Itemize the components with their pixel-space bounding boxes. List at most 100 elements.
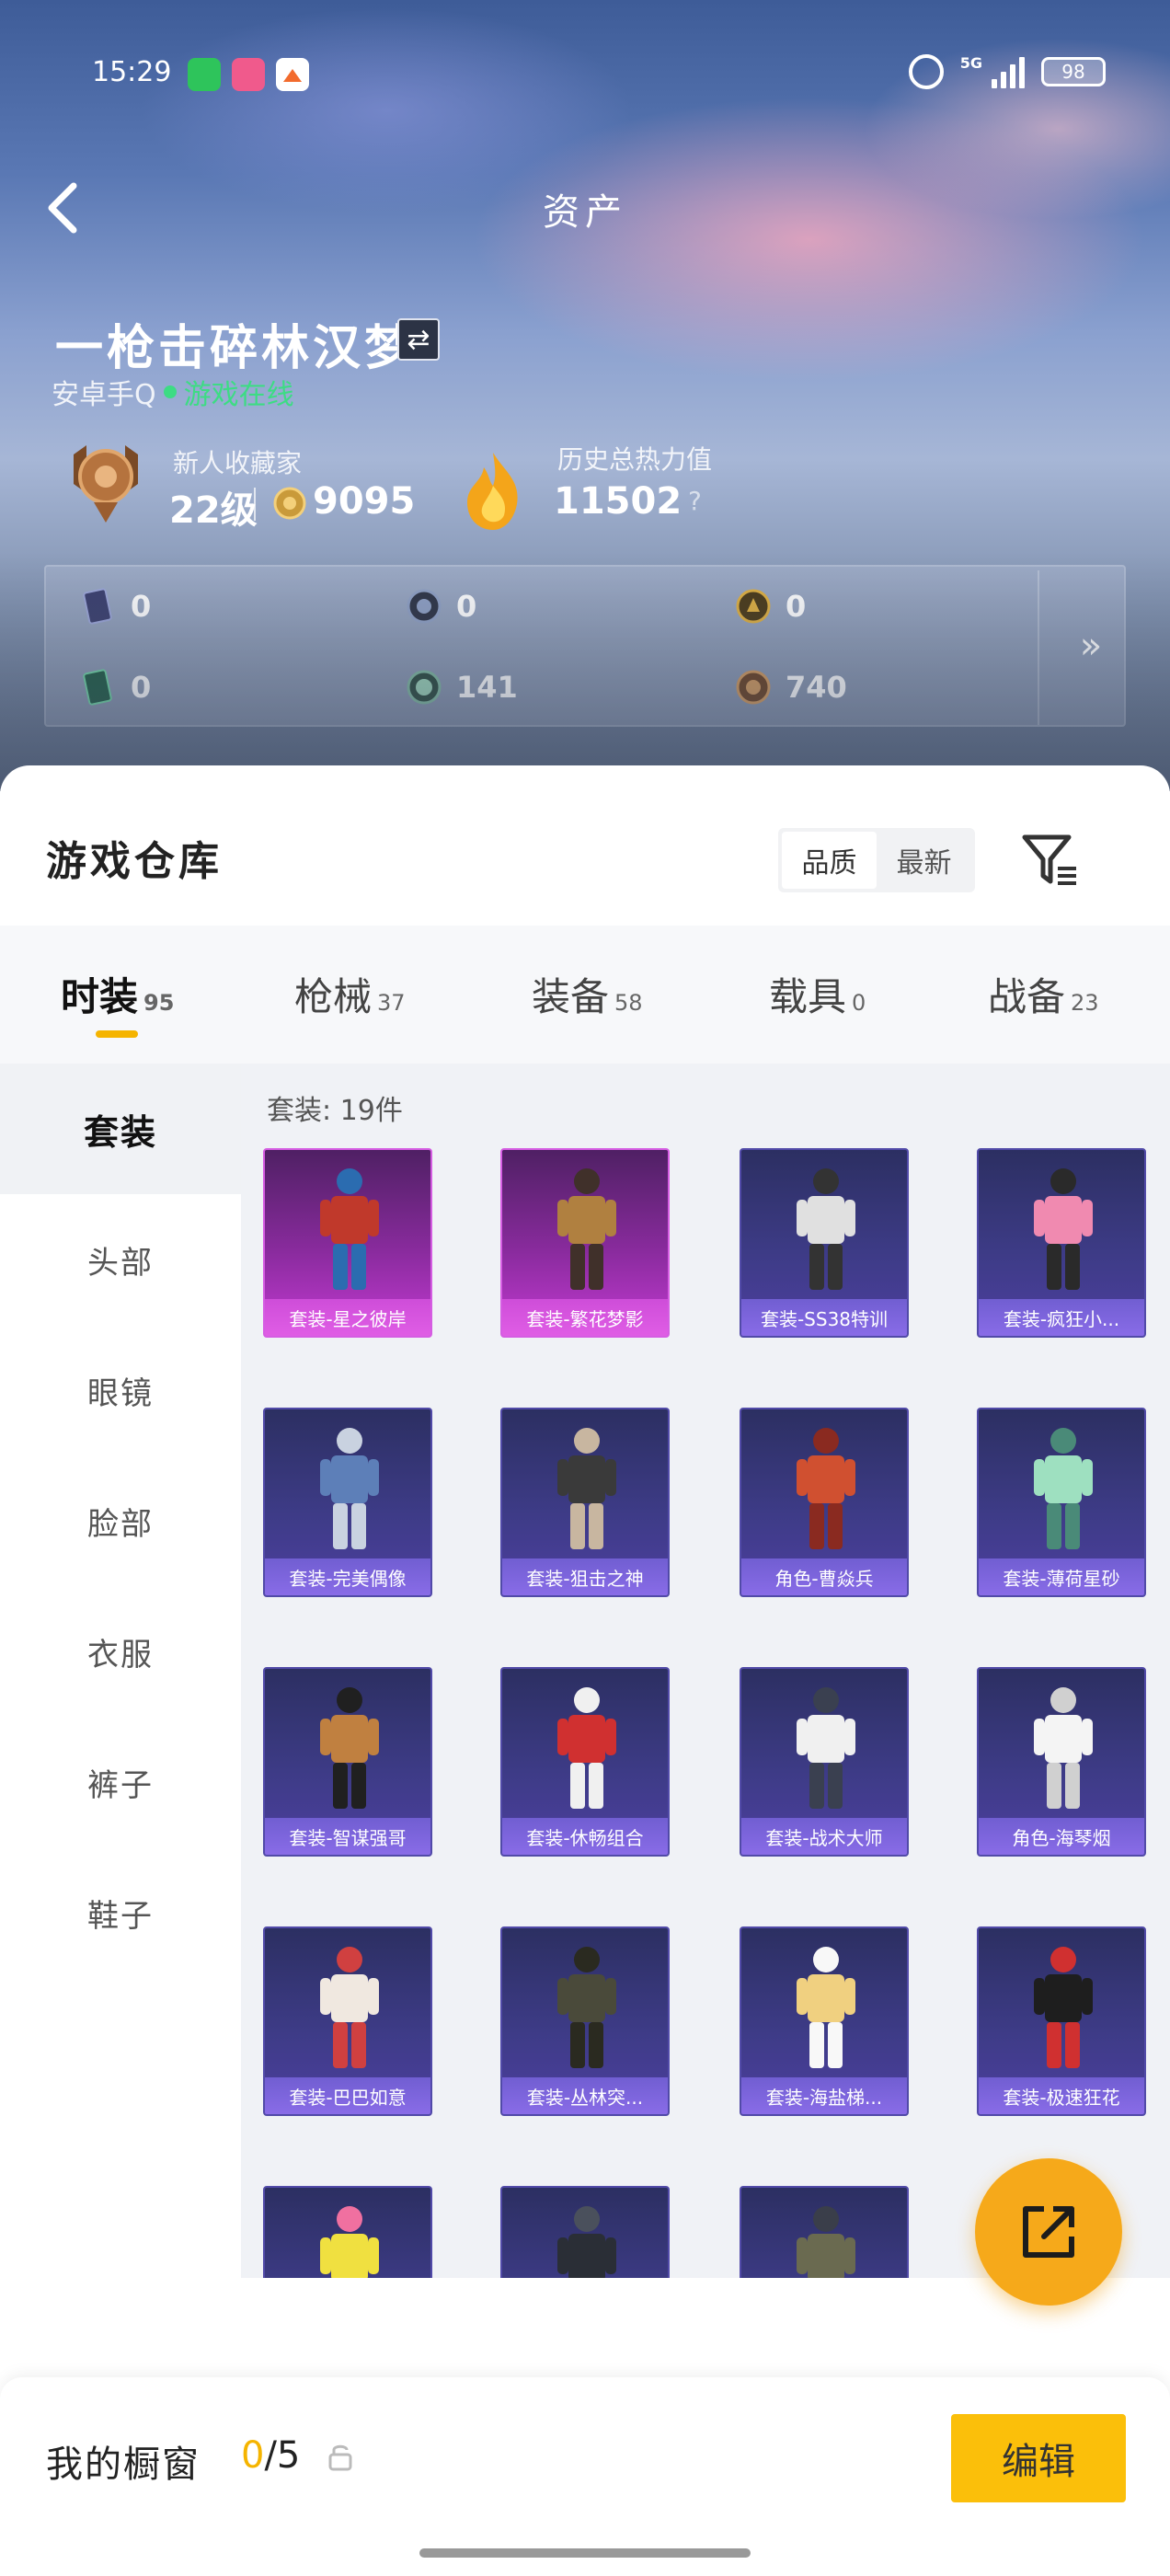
currency-value: 0 — [131, 670, 152, 705]
heat-title: 历史总热力值 — [557, 444, 713, 475]
sidebar-item-clothes[interactable]: 衣服 — [0, 1586, 241, 1717]
tab-vehicles[interactable]: 载具 0 — [769, 966, 866, 1022]
item-label: 套装-SS38特训 — [741, 1299, 907, 1336]
item-tile[interactable]: 套装-战术大师 — [740, 1667, 909, 1857]
item-tile[interactable]: 套装-海盐梯... — [740, 1926, 909, 2116]
status-icons: 5G 98 — [908, 54, 1106, 89]
item-label: 套装-休畅组合 — [502, 1818, 668, 1855]
item-label: 套装-智谋强哥 — [265, 1818, 430, 1855]
item-label: 套装-巴巴如意 — [265, 2077, 430, 2114]
item-tile[interactable]: 套装-丛林突... — [500, 1926, 670, 2116]
showcase-total: /5 — [264, 2434, 301, 2477]
alarm-icon — [908, 54, 944, 89]
heat-value: 11502 — [554, 480, 682, 523]
item-tile[interactable]: 套装-疯狂小... — [977, 1148, 1146, 1338]
item-tile[interactable]: 角色-曹焱兵 — [740, 1408, 909, 1597]
currency-item: 0 — [79, 587, 151, 626]
warehouse-title: 游戏仓库 — [46, 838, 223, 885]
outfit-figure-icon — [797, 1428, 855, 1549]
status-time: 15:29 — [92, 56, 172, 88]
outfit-figure-icon — [557, 2206, 616, 2278]
currency-item: 141 — [405, 668, 518, 707]
tab-count: 0 — [852, 990, 866, 1016]
item-tile[interactable]: 套装-SS38特训 — [740, 1148, 909, 1338]
outfit-figure-icon — [320, 1947, 379, 2068]
green-card-icon — [83, 669, 112, 706]
edit-showcase-button[interactable]: 编辑 — [951, 2414, 1126, 2502]
item-tile[interactable]: 套装-繁花梦影 — [500, 1148, 670, 1338]
sidebar-item-suits[interactable]: 套装 — [0, 1064, 241, 1194]
sort-quality-option[interactable]: 品质 — [782, 832, 877, 889]
tab-guns[interactable]: 枪械 37 — [294, 966, 406, 1022]
share-button[interactable] — [975, 2158, 1122, 2306]
item-tile[interactable]: 套装-薄荷星砂 — [977, 1408, 1146, 1597]
tab-supplies[interactable]: 战备 23 — [988, 966, 1099, 1022]
signal-icon — [992, 55, 1025, 88]
item-tile[interactable]: 套装-星之彼岸 — [263, 1148, 432, 1338]
sidebar-item-shoes[interactable]: 鞋子 — [0, 1847, 241, 1978]
item-tile[interactable]: 套装-完美偶像 — [263, 1408, 432, 1597]
tab-equipment[interactable]: 装备 58 — [532, 966, 643, 1022]
sidebar-item-face[interactable]: 脸部 — [0, 1455, 241, 1586]
filter-icon[interactable] — [1019, 832, 1080, 889]
currency-item: 0 — [405, 587, 476, 626]
sort-newest-option[interactable]: 最新 — [877, 832, 971, 889]
bilibili-icon — [232, 58, 265, 91]
sidebar-item-head[interactable]: 头部 — [0, 1194, 241, 1325]
share-icon — [1023, 2206, 1074, 2258]
player-name: 一枪击碎林汉梦 — [55, 321, 417, 376]
item-tile[interactable]: 套装-北国孤狼 — [740, 2186, 909, 2278]
item-tile[interactable]: 套装-极速狂花 — [977, 1926, 1146, 2116]
item-tile[interactable]: 套装-休畅组合 — [500, 1667, 670, 1857]
divider — [254, 488, 256, 521]
sidebar-item-glasses[interactable]: 眼镜 — [0, 1325, 241, 1455]
warehouse-card: 游戏仓库 品质 最新 时装 95 枪械 37 装备 58 载具 0 战备 23 … — [0, 765, 1170, 2576]
item-label: 套装-疯狂小... — [979, 1299, 1144, 1336]
green-orb-icon — [407, 670, 442, 705]
flame-icon — [456, 449, 530, 532]
outfit-figure-icon — [320, 2206, 379, 2278]
currency-value: 0 — [456, 589, 477, 624]
item-label: 套装-繁花梦影 — [502, 1299, 668, 1336]
currency-item: 740 — [734, 668, 847, 707]
subcategory-sidebar: 套装 头部 眼镜 脸部 衣服 裤子 鞋子 — [0, 1064, 241, 2278]
active-tab-indicator — [96, 1030, 138, 1038]
sidebar-item-pants[interactable]: 裤子 — [0, 1717, 241, 1847]
outfit-figure-icon — [797, 2206, 855, 2278]
showcase-current: 0 — [241, 2434, 265, 2477]
panel-divider — [1038, 570, 1039, 725]
more-currencies-button[interactable]: » — [1063, 618, 1118, 673]
collector-rank-badge-icon — [66, 438, 145, 526]
item-label: 角色-海琴烟 — [979, 1818, 1144, 1855]
page-title: 资产 — [543, 191, 627, 234]
currency-panel: 0 0 0 0 141 740 » — [44, 565, 1126, 727]
outfit-figure-icon — [797, 1947, 855, 2068]
currency-item: 0 — [79, 668, 151, 707]
outfit-figure-icon — [1034, 1168, 1093, 1290]
collection-points-value: 9095 — [313, 480, 416, 523]
tab-count: 23 — [1071, 990, 1099, 1016]
status-bar: 15:29 5G 98 — [0, 51, 1170, 106]
switch-account-button[interactable]: ⇄ — [397, 318, 440, 361]
sort-toggle: 品质 最新 — [778, 828, 975, 892]
item-label: 套装-薄荷星砂 — [979, 1558, 1144, 1595]
item-tile[interactable]: 套装-智谋强哥 — [263, 1667, 432, 1857]
outfit-figure-icon — [797, 1168, 855, 1290]
help-icon[interactable]: ? — [688, 486, 702, 516]
tab-label: 装备 — [532, 974, 610, 1019]
item-grid: 套装: 19件 套装-星之彼岸 套装-繁花梦影 套装-SS38特训 套装-疯狂小...… — [241, 1064, 1170, 2278]
outfit-figure-icon — [320, 1168, 379, 1290]
currency-value: 0 — [131, 589, 152, 624]
item-tile[interactable]: 套装-巴巴如意 — [263, 1926, 432, 2116]
tab-fashion[interactable]: 时装 95 — [61, 966, 174, 1022]
showcase-label: 我的橱窗 — [46, 2444, 201, 2486]
tab-label: 载具 — [769, 974, 847, 1019]
item-tile[interactable]: 套装-特殊使命 — [500, 2186, 670, 2278]
outfit-figure-icon — [1034, 1428, 1093, 1549]
item-label: 角色-曹焱兵 — [741, 1558, 907, 1595]
item-tile[interactable]: 套装-狙击之神 — [500, 1408, 670, 1597]
item-tile[interactable]: 套装-霓虹街区 — [263, 2186, 432, 2278]
tab-count: 95 — [143, 990, 175, 1016]
item-tile[interactable]: 角色-海琴烟 — [977, 1667, 1146, 1857]
app-notification-icon — [276, 58, 309, 91]
